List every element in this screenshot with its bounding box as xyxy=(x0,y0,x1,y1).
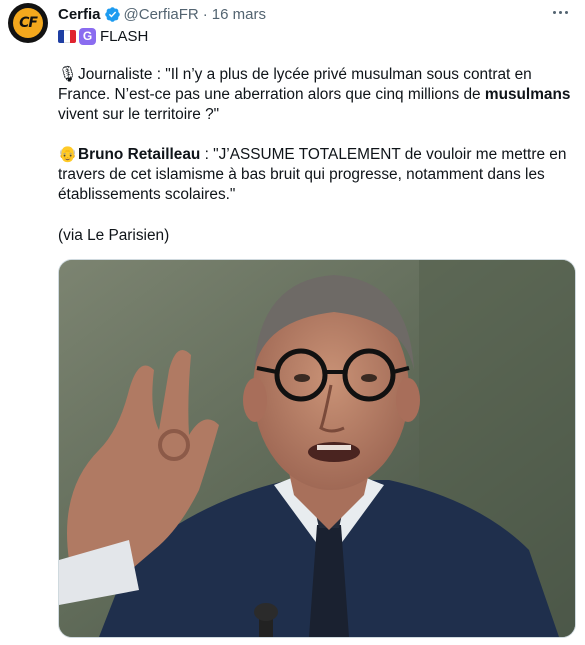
avatar-logo: CF xyxy=(13,8,43,38)
tweet-photo[interactable] xyxy=(58,259,576,638)
source-line: (via Le Parisien) xyxy=(58,227,170,244)
journalist-paragraph: 🎙Journaliste : "Il n’y a plus de lycée p… xyxy=(58,65,573,125)
avatar-logo-text: CF xyxy=(19,15,38,31)
avatar[interactable]: CF xyxy=(8,3,48,43)
tweet-date[interactable]: 16 mars xyxy=(212,6,266,23)
flash-label: FLASH xyxy=(100,27,149,45)
author-name[interactable]: Cerfia xyxy=(58,6,101,23)
verified-badge-icon xyxy=(104,6,120,22)
journalist-text: Journaliste : "Il n’y a plus de lycée pr… xyxy=(58,66,532,103)
tweet-header: Cerfia @CerfiaFR · 16 mars xyxy=(58,4,266,24)
tweet[interactable]: CF Cerfia @CerfiaFR · 16 mars G FLASH 🎙J… xyxy=(0,0,585,645)
journalist-text-tail: vivent sur le territoire ?" xyxy=(58,106,220,123)
france-flag-icon xyxy=(58,29,76,43)
journalist-bold-word: musulmans xyxy=(484,86,571,103)
photo-image xyxy=(59,260,575,637)
author-handle[interactable]: @CerfiaFR xyxy=(124,6,199,23)
g-badge-icon: G xyxy=(79,27,96,45)
flash-line: G FLASH xyxy=(58,26,148,46)
separator-dot: · xyxy=(202,5,208,23)
retailleau-paragraph: 👴Bruno Retailleau : "J’ASSUME TOTALEMENT… xyxy=(58,145,573,205)
microphone-icon: 🎙 xyxy=(58,66,78,83)
old-man-icon: 👴 xyxy=(58,146,78,163)
more-options-icon[interactable] xyxy=(549,4,571,20)
speaker-name: Bruno Retailleau xyxy=(78,146,201,163)
